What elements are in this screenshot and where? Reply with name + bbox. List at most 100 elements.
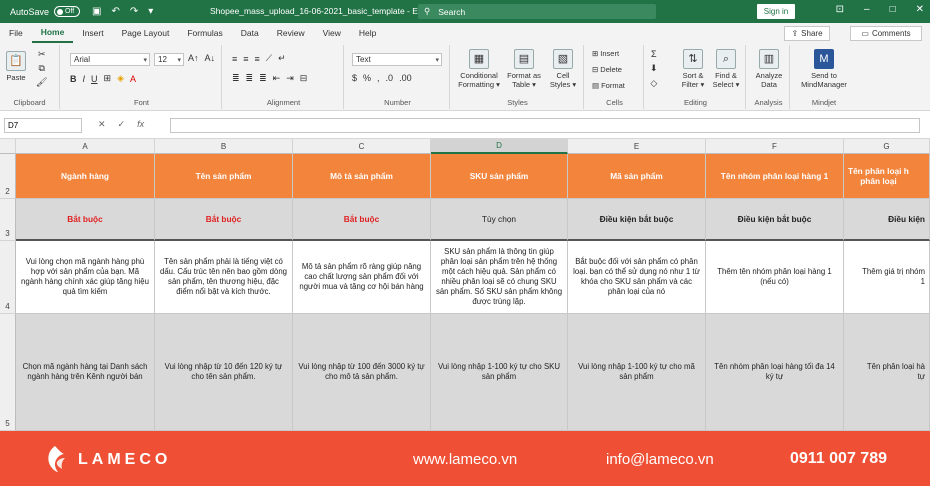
analyze-data-button[interactable]: ▥ Analyze Data bbox=[752, 49, 786, 89]
column-header-a[interactable]: A bbox=[16, 139, 155, 154]
cell-c5[interactable]: Vui lòng nhập từ 100 đến 3000 ký tự cho … bbox=[293, 314, 431, 431]
bold-icon[interactable]: B bbox=[70, 74, 77, 84]
increase-decimal-icon[interactable]: .0 bbox=[386, 73, 394, 83]
tab-data[interactable]: Data bbox=[232, 23, 268, 43]
cell-c2[interactable]: Mô tả sản phẩm bbox=[293, 154, 431, 199]
align-bottom-icon[interactable]: ≡ bbox=[255, 54, 260, 64]
column-header-f[interactable]: F bbox=[706, 139, 844, 154]
tab-help[interactable]: Help bbox=[350, 23, 385, 43]
cell-styles-button[interactable]: ▧ Cell Styles ▾ bbox=[546, 49, 580, 89]
footer-phone[interactable]: 0911 007 789 bbox=[790, 450, 887, 468]
cell-a3[interactable]: Bắt buộc bbox=[16, 199, 155, 241]
autosave[interactable]: AutoSave Off bbox=[10, 6, 81, 17]
row-header-2[interactable]: 2 bbox=[0, 154, 16, 199]
ribbon-options-icon[interactable]: ⊡ bbox=[836, 4, 844, 15]
cell-d2[interactable]: SKU sản phẩm bbox=[431, 154, 568, 199]
cell-f5[interactable]: Tên nhóm phân loại hàng tối đa 14 ký tự bbox=[706, 314, 844, 431]
font-color-icon[interactable]: A bbox=[130, 74, 136, 84]
fill-icon[interactable]: ⬇ bbox=[650, 63, 658, 74]
save-icon[interactable]: ▣ bbox=[92, 6, 101, 17]
orientation-icon[interactable]: ⟋ bbox=[266, 53, 272, 64]
italic-icon[interactable]: I bbox=[83, 74, 86, 84]
number-format-select[interactable]: Text bbox=[352, 53, 442, 66]
cell-b2[interactable]: Tên sản phẩm bbox=[155, 154, 293, 199]
redo-icon[interactable]: ↷ bbox=[130, 6, 138, 17]
undo-icon[interactable]: ↶ bbox=[111, 6, 119, 17]
tab-page-layout[interactable]: Page Layout bbox=[113, 23, 179, 43]
cell-g4[interactable]: Thêm giá trị nhóm 1 bbox=[844, 241, 930, 314]
column-header-c[interactable]: C bbox=[293, 139, 431, 154]
cell-b4[interactable]: Tên sản phẩm phải là tiếng việt có dấu. … bbox=[155, 241, 293, 314]
column-header-b[interactable]: B bbox=[155, 139, 293, 154]
cut-icon[interactable]: ✂ bbox=[38, 49, 46, 60]
insert-cells-button[interactable]: ⊞ Insert bbox=[592, 49, 619, 58]
cell-a5[interactable]: Chọn mã ngành hàng tại Danh sách ngành h… bbox=[16, 314, 155, 431]
customize-icon[interactable]: ▾ bbox=[148, 6, 153, 17]
footer-email[interactable]: info@lameco.vn bbox=[606, 451, 714, 468]
cell-c4[interactable]: Mô tả sản phẩm rõ ràng giúp nâng cao chấ… bbox=[293, 241, 431, 314]
column-header-e[interactable]: E bbox=[568, 139, 706, 154]
underline-icon[interactable]: U bbox=[91, 74, 98, 84]
align-left-icon[interactable]: ≣ bbox=[232, 73, 240, 84]
copy-icon[interactable]: ⧉ bbox=[39, 63, 45, 74]
conditional-formatting-button[interactable]: ▦ Conditional Formatting ▾ bbox=[456, 49, 502, 89]
cell-g3[interactable]: Điều kiện bbox=[844, 199, 930, 241]
enter-icon[interactable]: ✓ bbox=[118, 119, 126, 130]
cell-f2[interactable]: Tên nhóm phân loại hàng 1 bbox=[706, 154, 844, 199]
select-all-corner[interactable] bbox=[0, 139, 16, 154]
cell-c3[interactable]: Bắt buộc bbox=[293, 199, 431, 241]
tab-file[interactable]: File bbox=[0, 23, 32, 43]
insert-function-icon[interactable]: fx bbox=[137, 119, 144, 130]
cell-b3[interactable]: Bắt buộc bbox=[155, 199, 293, 241]
align-middle-icon[interactable]: ≡ bbox=[243, 54, 248, 64]
tab-review[interactable]: Review bbox=[268, 23, 314, 43]
autosum-icon[interactable]: Σ bbox=[651, 49, 657, 59]
cancel-icon[interactable]: ✕ bbox=[98, 119, 106, 130]
minimize-icon[interactable]: – bbox=[864, 4, 870, 15]
row-header-3[interactable]: 3 bbox=[0, 199, 16, 241]
row-header-5[interactable]: 5 bbox=[0, 314, 16, 431]
decrease-font-icon[interactable]: A↓ bbox=[205, 53, 216, 63]
tab-home[interactable]: Home bbox=[31, 23, 74, 43]
column-header-g[interactable]: G bbox=[844, 139, 930, 154]
cell-f4[interactable]: Thêm tên nhóm phân loại hàng 1 (nếu có) bbox=[706, 241, 844, 314]
comments-button[interactable]: ▭ Comments bbox=[850, 26, 922, 41]
column-header-d[interactable]: D bbox=[431, 139, 568, 154]
cell-b5[interactable]: Vui lòng nhập từ 10 đến 120 ký tự cho tê… bbox=[155, 314, 293, 431]
cell-a2[interactable]: Ngành hàng bbox=[16, 154, 155, 199]
close-icon[interactable]: ✕ bbox=[916, 4, 924, 15]
row-header-4[interactable]: 4 bbox=[0, 241, 16, 314]
borders-icon[interactable]: ⊞ bbox=[104, 73, 112, 84]
decrease-indent-icon[interactable]: ⇤ bbox=[273, 73, 281, 84]
cell-g2[interactable]: Tên phân loại h phân loại bbox=[844, 154, 930, 199]
merge-center-icon[interactable]: ⊟ bbox=[300, 73, 308, 84]
font-size-select[interactable]: 12 bbox=[154, 53, 184, 66]
sort-filter-button[interactable]: ⇅ Sort & Filter ▾ bbox=[678, 49, 708, 89]
align-right-icon[interactable]: ≣ bbox=[259, 73, 267, 84]
cell-e5[interactable]: Vui lòng nhập 1-100 ký tự cho mã sản phẩ… bbox=[568, 314, 706, 431]
align-top-icon[interactable]: ≡ bbox=[232, 54, 237, 64]
format-cells-button[interactable]: ▤ Format bbox=[592, 81, 625, 90]
cell-d3[interactable]: Tùy chọn bbox=[431, 199, 568, 241]
maximize-icon[interactable]: □ bbox=[890, 4, 896, 15]
tab-formulas[interactable]: Formulas bbox=[178, 23, 231, 43]
cell-e2[interactable]: Mã sản phẩm bbox=[568, 154, 706, 199]
comma-icon[interactable]: , bbox=[377, 73, 380, 83]
search-box[interactable]: ⚲ Search bbox=[418, 4, 656, 19]
clear-icon[interactable]: ◇ bbox=[650, 78, 657, 89]
fill-color-icon[interactable]: ◈ bbox=[117, 73, 124, 84]
wrap-text-icon[interactable]: ↵ bbox=[278, 53, 286, 64]
decrease-decimal-icon[interactable]: .00 bbox=[399, 73, 412, 83]
send-to-mindmanager-button[interactable]: M Send to MindManager bbox=[794, 49, 854, 89]
tab-insert[interactable]: Insert bbox=[73, 23, 112, 43]
font-name-select[interactable]: Arial bbox=[70, 53, 150, 66]
align-center-icon[interactable]: ≣ bbox=[246, 73, 254, 84]
cell-d4[interactable]: SKU sản phẩm là thông tin giúp phân loại… bbox=[431, 241, 568, 314]
footer-website[interactable]: www.lameco.vn bbox=[413, 451, 517, 468]
tab-view[interactable]: View bbox=[314, 23, 350, 43]
delete-cells-button[interactable]: ⊟ Delete bbox=[592, 65, 622, 74]
percent-icon[interactable]: % bbox=[363, 73, 371, 83]
name-box[interactable]: D7 bbox=[4, 118, 82, 133]
cell-d5[interactable]: Vui lòng nhập 1-100 ký tự cho SKU sản ph… bbox=[431, 314, 568, 431]
increase-indent-icon[interactable]: ⇥ bbox=[286, 73, 294, 84]
